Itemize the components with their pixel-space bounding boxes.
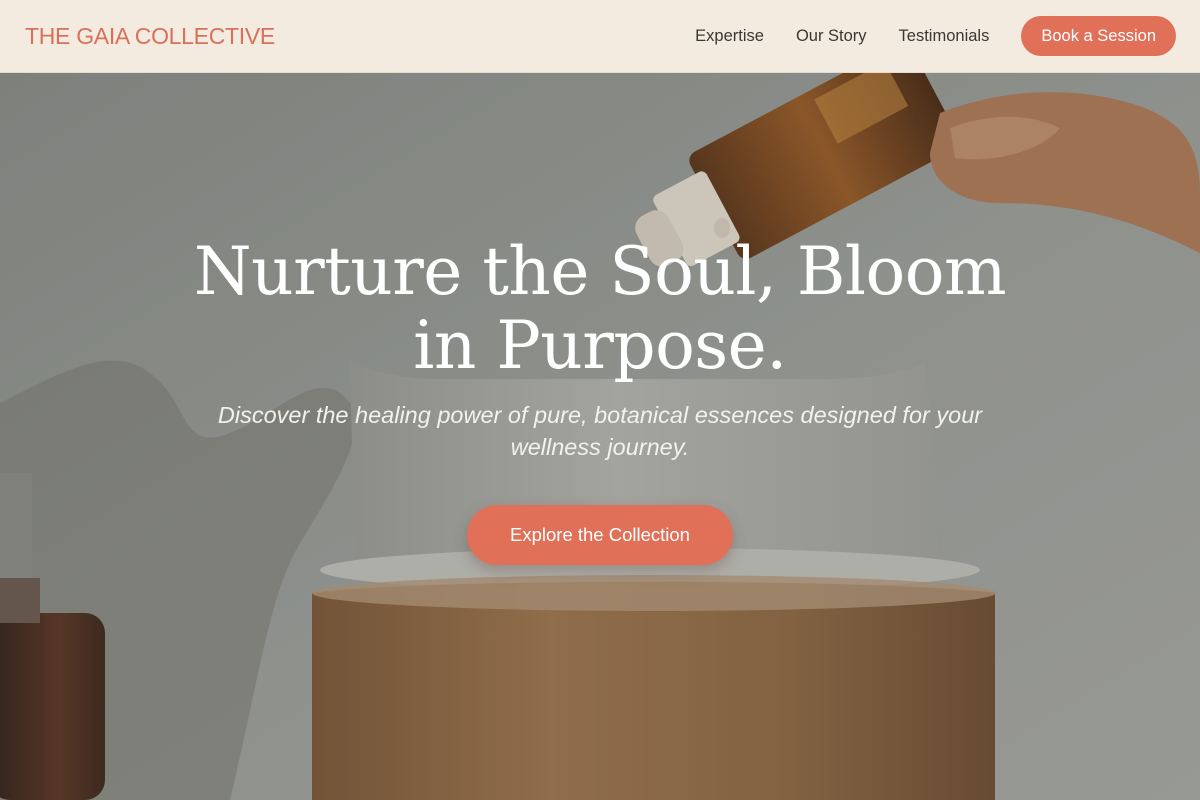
main-nav: Expertise Our Story Testimonials Book a … xyxy=(695,16,1176,56)
book-session-button[interactable]: Book a Session xyxy=(1021,16,1176,56)
nav-link-expertise[interactable]: Expertise xyxy=(695,27,764,46)
nav-link-our-story[interactable]: Our Story xyxy=(796,27,867,46)
explore-collection-button[interactable]: Explore the Collection xyxy=(467,505,733,565)
hero-section: Nurture the Soul, Bloom in Purpose. Disc… xyxy=(0,73,1200,800)
site-header: THE GAIA COLLECTIVE Expertise Our Story … xyxy=(0,0,1200,73)
brand-logo[interactable]: THE GAIA COLLECTIVE xyxy=(25,23,275,50)
hero-subtitle: Discover the healing power of pure, bota… xyxy=(217,402,983,460)
hero-content: Nurture the Soul, Bloom in Purpose. Disc… xyxy=(0,73,1200,800)
hero-title: Nurture the Soul, Bloom in Purpose. xyxy=(193,233,1007,384)
nav-link-testimonials[interactable]: Testimonials xyxy=(899,27,990,46)
